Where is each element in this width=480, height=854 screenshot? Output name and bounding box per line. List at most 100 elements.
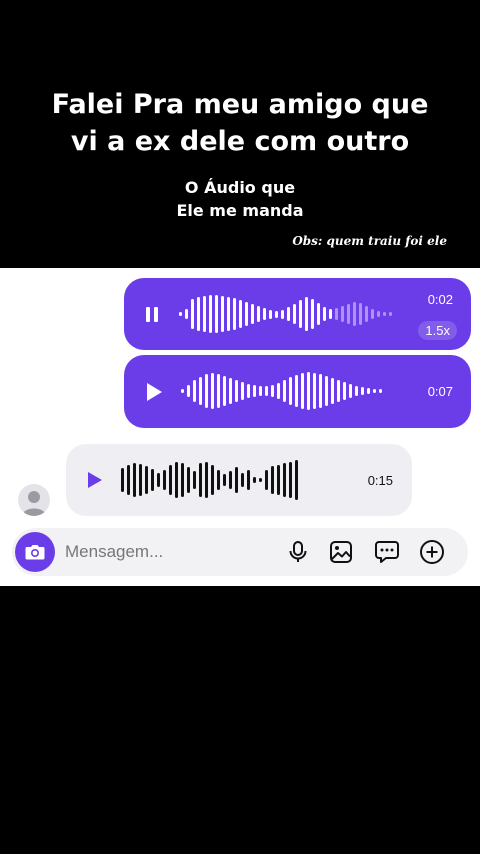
waveform-bar <box>289 377 292 405</box>
message-composer <box>12 528 468 576</box>
waveform-bar <box>371 309 374 319</box>
waveform-bar <box>157 473 160 487</box>
waveform-bar <box>179 312 182 316</box>
waveform-bar <box>145 466 148 494</box>
waveform-bar <box>347 304 350 324</box>
waveform-bar <box>337 380 340 402</box>
pause-button[interactable] <box>138 300 166 328</box>
camera-icon <box>25 545 45 560</box>
waveform-bar <box>241 473 244 487</box>
waveform-bar <box>211 373 214 409</box>
waveform-bar <box>247 470 250 490</box>
message-input[interactable] <box>65 540 265 564</box>
waveform-bar <box>133 463 136 497</box>
waveform-bar <box>281 309 284 319</box>
caption-subtitle: O Áudio que Ele me manda <box>0 176 480 222</box>
waveform-bar <box>221 296 224 332</box>
voice-waveform[interactable] <box>121 456 298 504</box>
waveform-bar <box>253 385 256 397</box>
waveform-bar <box>217 374 220 408</box>
play-icon <box>147 383 162 401</box>
waveform-bar <box>239 300 242 328</box>
microphone-icon[interactable] <box>285 539 311 565</box>
add-icon[interactable] <box>419 539 445 565</box>
waveform-bar <box>197 297 200 331</box>
waveform-bar <box>305 297 308 331</box>
waveform-bar <box>235 380 238 402</box>
waveform-bar <box>199 377 202 405</box>
chat-screenshot: 0:02 1.5x 0:07 0:15 <box>0 268 480 586</box>
waveform-bar <box>379 389 382 393</box>
waveform-bar <box>365 306 368 322</box>
caption-title-line-2: vi a ex dele com outro <box>70 126 410 157</box>
sticker-chat-icon[interactable] <box>374 539 400 565</box>
waveform-bar <box>193 380 196 402</box>
pause-icon <box>146 307 158 322</box>
waveform-bar <box>121 468 124 492</box>
voice-waveform[interactable] <box>179 290 392 338</box>
waveform-bar <box>359 303 362 325</box>
waveform-bar <box>287 307 290 321</box>
caption-title-line-1: Falei Pra meu amigo que <box>51 89 429 120</box>
waveform-bar <box>331 378 334 404</box>
waveform-bar <box>275 310 278 318</box>
waveform-bar <box>299 300 302 328</box>
waveform-bar <box>311 299 314 329</box>
caption-title: Falei Pra meu amigo que vi a ex dele com… <box>0 86 480 160</box>
waveform-bar <box>383 312 386 316</box>
waveform-bar <box>205 462 208 498</box>
waveform-bar <box>215 295 218 333</box>
video-caption: Falei Pra meu amigo que vi a ex dele com… <box>0 0 480 268</box>
waveform-bar <box>235 467 238 493</box>
waveform-bar <box>317 303 320 325</box>
waveform-bar <box>247 384 250 398</box>
waveform-bar <box>209 295 212 333</box>
waveform-bar <box>227 297 230 331</box>
waveform-bar <box>185 309 188 319</box>
waveform-bar <box>353 302 356 326</box>
play-button[interactable] <box>80 466 108 494</box>
play-button[interactable] <box>138 377 168 407</box>
waveform-bar <box>257 306 260 322</box>
waveform-bar <box>175 462 178 498</box>
voice-message-sent-2: 0:07 <box>124 355 471 428</box>
waveform-bar <box>349 384 352 398</box>
camera-button[interactable] <box>15 532 55 572</box>
waveform-bar <box>251 304 254 324</box>
waveform-bar <box>355 386 358 396</box>
waveform-bar <box>271 466 274 494</box>
waveform-bar <box>181 389 184 393</box>
waveform-bar <box>253 477 256 483</box>
waveform-bar <box>181 463 184 497</box>
waveform-bar <box>289 462 292 498</box>
waveform-bar <box>265 470 268 490</box>
caption-note: Obs: quem traiu foi ele <box>292 234 447 248</box>
waveform-bar <box>187 467 190 493</box>
voice-duration: 0:15 <box>367 473 393 488</box>
voice-waveform[interactable] <box>181 367 382 415</box>
waveform-bar <box>335 308 338 320</box>
waveform-bar <box>223 474 226 486</box>
waveform-bar <box>259 478 262 482</box>
waveform-bar <box>277 465 280 495</box>
waveform-bar <box>211 465 214 495</box>
waveform-bar <box>205 374 208 408</box>
waveform-bar <box>283 380 286 402</box>
voice-duration: 0:07 <box>427 384 453 399</box>
waveform-bar <box>263 308 266 320</box>
playback-speed-button[interactable]: 1.5x <box>418 321 457 340</box>
waveform-bar <box>229 378 232 404</box>
waveform-bar <box>151 469 154 491</box>
waveform-bar <box>325 376 328 406</box>
waveform-bar <box>203 296 206 332</box>
waveform-bar <box>367 388 370 394</box>
waveform-bar <box>329 309 332 319</box>
caption-subtitle-line-2: Ele me manda <box>176 201 304 220</box>
waveform-bar <box>269 309 272 319</box>
avatar[interactable] <box>18 484 50 516</box>
waveform-bar <box>323 307 326 321</box>
voice-message-received: 0:15 <box>66 444 412 516</box>
waveform-bar <box>191 299 194 329</box>
gallery-icon[interactable] <box>328 539 354 565</box>
waveform-bar <box>271 385 274 397</box>
